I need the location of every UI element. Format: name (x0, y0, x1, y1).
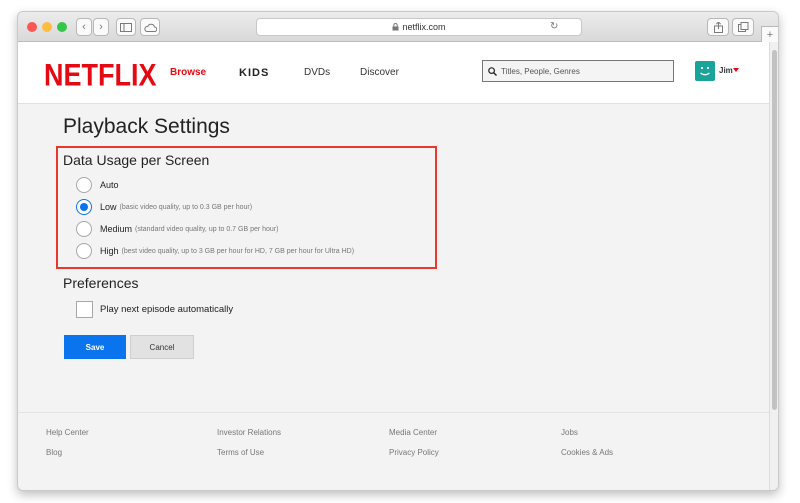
profile-name[interactable]: Jim (719, 66, 733, 75)
search-placeholder: Titles, People, Genres (501, 66, 580, 76)
option-low-label: Low (100, 202, 117, 212)
sidebar-icon (120, 22, 132, 32)
search-input[interactable]: Titles, People, Genres (482, 60, 674, 82)
chevron-right-icon: › (99, 21, 103, 33)
address-bar[interactable]: netflix.com (256, 18, 582, 36)
reload-icon[interactable]: ↻ (550, 21, 558, 32)
save-button[interactable]: Save (64, 335, 126, 359)
icloud-tabs-button[interactable] (140, 18, 160, 36)
option-medium-label: Medium (100, 224, 133, 234)
browser-titlebar: ‹ › netflix.com ↻ + (18, 12, 778, 44)
close-window-button[interactable] (27, 22, 37, 32)
radio-high[interactable] (76, 243, 92, 259)
footer: Help Center Investor Relations Media Cen… (18, 412, 771, 490)
radio-medium[interactable] (76, 221, 92, 237)
search-icon (488, 66, 497, 76)
radio-low[interactable] (76, 199, 92, 215)
smiley-face-icon (700, 66, 710, 76)
cloud-icon (143, 23, 157, 32)
address-bar-url: netflix.com (402, 22, 446, 32)
option-low-description: (basic video quality, up to 0.3 GB per h… (119, 203, 253, 211)
nav-dvds[interactable]: DVDs (304, 67, 330, 78)
vertical-scrollbar[interactable] (769, 42, 778, 490)
option-high-description: (best video quality, up to 3 GB per hour… (121, 247, 355, 255)
lock-icon (392, 23, 399, 31)
minimize-window-button[interactable] (42, 22, 52, 32)
footer-link-jobs[interactable]: Jobs (561, 428, 578, 437)
sidebar-button[interactable] (116, 18, 136, 36)
autoplay-checkbox[interactable] (76, 301, 93, 318)
footer-link-terms-of-use[interactable]: Terms of Use (217, 448, 264, 457)
back-button[interactable]: ‹ (76, 18, 92, 36)
scrollbar-thumb[interactable] (772, 50, 777, 410)
footer-link-help-center[interactable]: Help Center (46, 428, 89, 437)
data-usage-title: Data Usage per Screen (63, 152, 210, 168)
page-content: NETFLIX Browse KIDS DVDs Discover Titles… (18, 42, 771, 490)
page-title: Playback Settings (63, 115, 230, 138)
avatar[interactable] (695, 61, 715, 81)
nav-discover[interactable]: Discover (360, 67, 399, 78)
cancel-button[interactable]: Cancel (130, 335, 194, 359)
plus-icon: + (766, 29, 774, 41)
option-high-label: High (100, 246, 119, 256)
share-button[interactable] (707, 18, 729, 36)
netflix-header: NETFLIX Browse KIDS DVDs Discover Titles… (18, 42, 771, 104)
footer-link-media-center[interactable]: Media Center (389, 428, 437, 437)
footer-link-privacy-policy[interactable]: Privacy Policy (389, 448, 439, 457)
chevron-left-icon: ‹ (82, 21, 86, 33)
tabs-overview-button[interactable] (732, 18, 754, 36)
option-medium-description: (standard video quality, up to 0.7 GB pe… (135, 225, 279, 233)
zoom-window-button[interactable] (57, 22, 67, 32)
option-low[interactable]: Low (basic video quality, up to 0.3 GB p… (76, 198, 252, 216)
preferences-title: Preferences (63, 275, 139, 291)
netflix-logo[interactable]: NETFLIX (44, 57, 157, 94)
footer-link-investor-relations[interactable]: Investor Relations (217, 428, 281, 437)
nav-kids[interactable]: KIDS (239, 67, 269, 79)
footer-link-cookies-ads[interactable]: Cookies & Ads (561, 448, 613, 457)
footer-link-blog[interactable]: Blog (46, 448, 62, 457)
option-medium[interactable]: Medium (standard video quality, up to 0.… (76, 220, 278, 238)
option-auto-label: Auto (100, 180, 119, 190)
forward-button[interactable]: › (93, 18, 109, 36)
share-icon (713, 21, 723, 33)
radio-auto[interactable] (76, 177, 92, 193)
option-high[interactable]: High (best video quality, up to 3 GB per… (76, 242, 354, 260)
browser-window: ‹ › netflix.com ↻ + NETFLIX Browse KIDS … (17, 11, 779, 491)
tabs-icon (737, 22, 748, 32)
autoplay-label[interactable]: Play next episode automatically (100, 304, 233, 315)
nav-browse[interactable]: Browse (170, 67, 206, 78)
option-auto[interactable]: Auto (76, 176, 119, 194)
caret-down-icon[interactable] (733, 68, 739, 72)
